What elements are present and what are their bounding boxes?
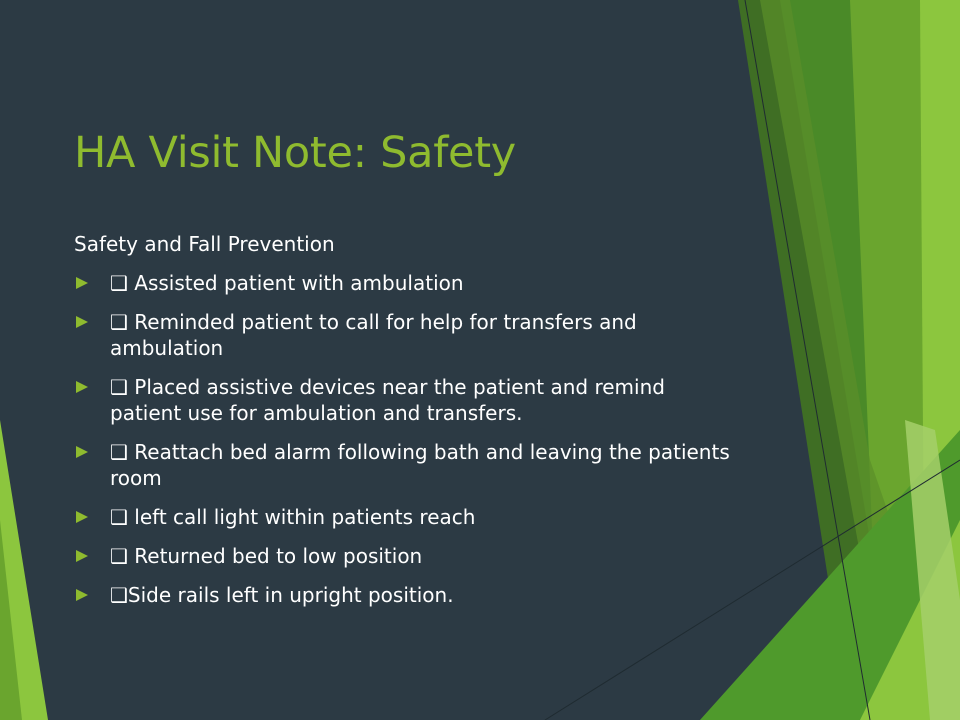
- checklist-item: ❑ Placed assistive devices near the pati…: [74, 374, 734, 426]
- checklist-item-text: ❑ Reattach bed alarm following bath and …: [110, 440, 730, 490]
- slide-title: HA Visit Note: Safety: [74, 128, 516, 178]
- checklist-item: ❑ Returned bed to low position: [74, 543, 734, 569]
- checklist-item-text: ❑ Placed assistive devices near the pati…: [110, 375, 665, 425]
- checklist-item-text: ❑ Assisted patient with ambulation: [110, 271, 464, 295]
- triangle-bullet-icon: [76, 381, 88, 393]
- checklist-item-text: ❑ Reminded patient to call for help for …: [110, 310, 637, 360]
- section-heading: Safety and Fall Prevention: [74, 232, 335, 256]
- slide: HA Visit Note: Safety Safety and Fall Pr…: [0, 0, 960, 720]
- checklist-item-text: ❑ Returned bed to low position: [110, 544, 423, 568]
- triangle-bullet-icon: [76, 550, 88, 562]
- triangle-bullet-icon: [76, 316, 88, 328]
- checklist: ❑ Assisted patient with ambulation ❑ Rem…: [74, 270, 734, 621]
- checklist-item: ❑Side rails left in upright position.: [74, 582, 734, 608]
- triangle-bullet-icon: [76, 511, 88, 523]
- checklist-item: ❑ Reminded patient to call for help for …: [74, 309, 734, 361]
- triangle-bullet-icon: [76, 589, 88, 601]
- checklist-item: ❑ left call light within patients reach: [74, 504, 734, 530]
- triangle-bullet-icon: [76, 446, 88, 458]
- checklist-item: ❑ Assisted patient with ambulation: [74, 270, 734, 296]
- triangle-bullet-icon: [76, 277, 88, 289]
- checklist-item-text: ❑ left call light within patients reach: [110, 505, 476, 529]
- checklist-item-text: ❑Side rails left in upright position.: [110, 583, 454, 607]
- checklist-item: ❑ Reattach bed alarm following bath and …: [74, 439, 734, 491]
